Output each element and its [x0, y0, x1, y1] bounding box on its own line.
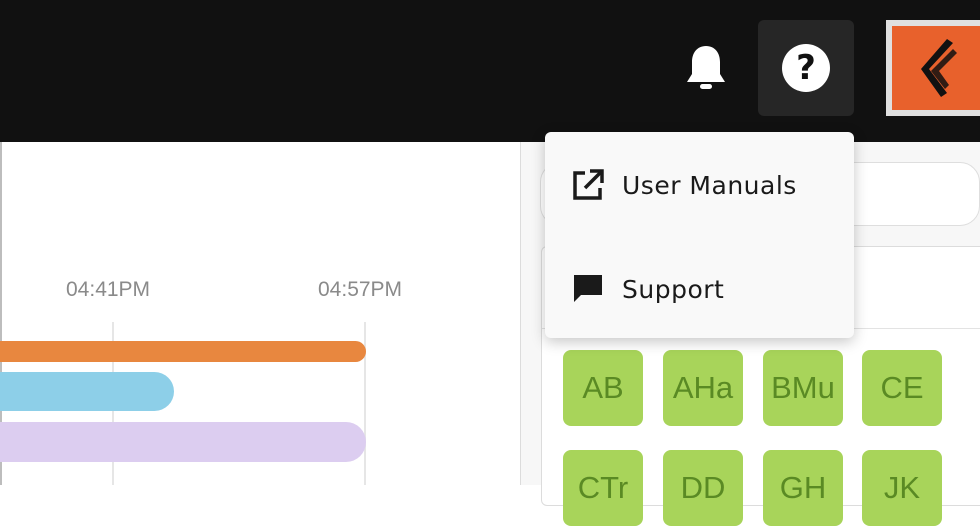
tile-ab[interactable]: AB: [563, 350, 643, 426]
question-circle-icon: ?: [782, 44, 830, 92]
tile-jk[interactable]: JK: [862, 450, 942, 526]
menu-item-user-manuals[interactable]: User Manuals: [545, 140, 854, 230]
external-link-icon: [571, 168, 605, 202]
tile-dd[interactable]: DD: [663, 450, 743, 526]
tile-gh[interactable]: GH: [763, 450, 843, 526]
menu-item-support[interactable]: Support: [545, 244, 854, 334]
help-dropdown-menu: User Manuals Support: [545, 132, 854, 338]
user-avatar[interactable]: [886, 20, 980, 116]
tile-aha[interactable]: AHa: [663, 350, 743, 426]
help-button[interactable]: ?: [758, 20, 854, 116]
time-label-1: 04:41PM: [66, 278, 151, 301]
timeline-bar-purple[interactable]: [0, 422, 366, 462]
time-label-2: 04:57PM: [318, 278, 403, 301]
tile-ce[interactable]: CE: [862, 350, 942, 426]
chat-bubble-icon: [571, 272, 605, 306]
menu-item-label: Support: [622, 274, 725, 304]
tile-ctr[interactable]: CTr: [563, 450, 643, 526]
bell-icon: [687, 46, 725, 89]
timeline-bar-blue[interactable]: [0, 372, 174, 411]
menu-item-label: User Manuals: [622, 170, 797, 200]
tile-bmu[interactable]: BMu: [763, 350, 843, 426]
brand-logo-icon: [892, 26, 980, 110]
timeline-bar-orange[interactable]: [0, 341, 366, 362]
notifications-button[interactable]: [682, 40, 730, 96]
